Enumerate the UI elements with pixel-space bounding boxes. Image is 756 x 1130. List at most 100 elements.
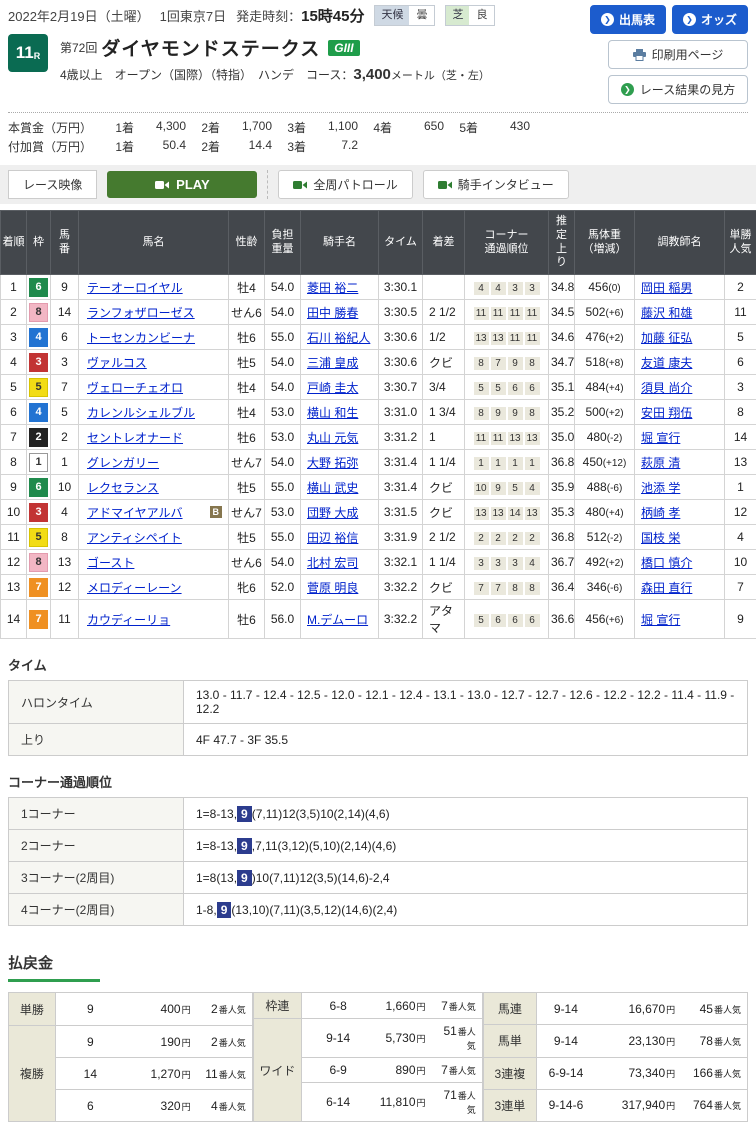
jockey-name-link[interactable]: 横山 和生 (307, 406, 358, 420)
jockey-name-link[interactable]: 石川 裕紀人 (307, 331, 370, 345)
payout-amount: 400円 (125, 993, 199, 1026)
bet-type-label: 馬単 (483, 1025, 536, 1057)
horse-name-link[interactable]: アドマイヤアルバ (87, 504, 183, 521)
horse-name-link[interactable]: テーオーロイヤル (87, 279, 183, 296)
horse-name-link[interactable]: ゴースト (87, 554, 134, 571)
horse-name-link[interactable]: トーセンカンビーナ (87, 329, 195, 346)
trainer-name-link[interactable]: 須貝 尚介 (641, 381, 692, 395)
estimated-last-3f: 35.1 (549, 375, 575, 400)
trainer-name-link[interactable]: 池添 学 (641, 481, 680, 495)
trainer-name-link[interactable]: 橋口 慎介 (641, 556, 692, 570)
how-to-read-label: レース結果の見方 (640, 81, 735, 98)
how-to-read-button[interactable]: ❯ レース結果の見方 (608, 75, 748, 104)
jockey-interview-button[interactable]: 騎手インタビュー (423, 170, 569, 199)
corner-position-box: 1 (491, 457, 506, 470)
bracket-cell: 7 (27, 575, 51, 600)
jockey-name-link[interactable]: 三浦 皇成 (307, 356, 358, 370)
jockey-name-link[interactable]: 団野 大成 (307, 506, 358, 520)
start-time: 15時45分 (301, 5, 364, 26)
trainer-cell: 国枝 栄 (635, 525, 725, 550)
payout-amount-value: 11,810 (380, 1095, 416, 1109)
entry-table-button[interactable]: ❯出馬表 (590, 5, 666, 34)
jockey-name-link[interactable]: 菅原 明良 (307, 581, 358, 595)
trainer-cell: 堀 宣行 (635, 600, 725, 639)
patrol-video-button[interactable]: 全周パトロール (278, 170, 412, 199)
body-weight-diff: (-2) (607, 433, 623, 444)
body-weight: 450(+12) (575, 450, 635, 475)
jockey-name-link[interactable]: 丸山 元気 (307, 431, 358, 445)
horse-name-link[interactable]: アンティシペイト (87, 529, 182, 546)
jockey-name-link[interactable]: 北村 宏司 (307, 556, 358, 570)
print-page-button[interactable]: 印刷用ページ (608, 40, 748, 69)
payout-popularity: 51番人気 (434, 1019, 483, 1058)
jockey-cell: 北村 宏司 (301, 550, 379, 575)
finish-time: 3:31.4 (379, 475, 423, 500)
bet-type-label: 3連単 (483, 1089, 536, 1121)
horse-name-cell: カレンルシェルブル (79, 400, 229, 425)
horse-name-link[interactable]: カウディーリョ (87, 611, 170, 628)
jockey-cell: 石川 裕紀人 (301, 325, 379, 350)
margin: アタマ (423, 600, 465, 639)
divider (267, 170, 268, 199)
bracket-cell: 7 (27, 600, 51, 639)
trainer-name-link[interactable]: 国枝 栄 (641, 531, 680, 545)
estimated-last-3f: 36.6 (549, 600, 575, 639)
circle-arrow-icon: ❯ (621, 83, 634, 96)
payout-row: 3連単9-14-6317,940円764番人気 (483, 1089, 747, 1121)
trainer-name-link[interactable]: 萩原 清 (641, 456, 680, 470)
trainer-name-link[interactable]: 岡田 稲男 (641, 281, 692, 295)
odds-button[interactable]: ❯オッズ (672, 5, 748, 34)
payout-row: 馬連9-1416,670円45番人気 (483, 993, 747, 1025)
jockey-name-link[interactable]: M.デムーロ (307, 613, 368, 627)
trainer-name-link[interactable]: 柄崎 孝 (641, 506, 680, 520)
payout-combination: 9-14-6 (536, 1089, 594, 1121)
win-popularity: 4 (725, 525, 756, 550)
trainer-name-link[interactable]: 友道 康夫 (641, 356, 692, 370)
horse-name-link[interactable]: レクセランス (87, 479, 159, 496)
race-video-label: レース映像 (8, 170, 97, 199)
horse-name-link[interactable]: ヴェローチェオロ (87, 379, 183, 396)
race-distance-unit: メートル（芝・左） (391, 70, 490, 82)
bracket-number-badge: 8 (29, 553, 48, 572)
trainer-name-link[interactable]: 堀 宣行 (641, 431, 680, 445)
jockey-name-link[interactable]: 菱田 裕二 (307, 281, 358, 295)
jockey-name-link[interactable]: 横山 武史 (307, 481, 358, 495)
video-camera-icon (155, 180, 169, 190)
body-weight-diff: (+6) (605, 615, 623, 626)
corner-position-box: 6 (525, 614, 540, 627)
trainer-name-link[interactable]: 森田 直行 (641, 581, 692, 595)
jockey-name-link[interactable]: 戸崎 圭太 (307, 381, 358, 395)
body-weight-diff: (+8) (605, 358, 623, 369)
bracket-number-badge: 2 (29, 428, 48, 447)
trainer-name-link[interactable]: 藤沢 和雄 (641, 306, 692, 320)
bet-type-label: ワイド (253, 1019, 301, 1122)
body-weight: 456(0) (575, 275, 635, 300)
horse-name-link[interactable]: メロディーレーン (87, 579, 182, 596)
jockey-name-link[interactable]: 田中 勝春 (307, 306, 358, 320)
results-table: 着順枠馬 番馬名性齢負担 重量騎手名タイム着差コーナー 通過順位推 定 上 り馬… (0, 210, 756, 639)
corner-position-box: 2 (508, 532, 523, 545)
jockey-name-link[interactable]: 田辺 裕信 (307, 531, 358, 545)
bracket-number-badge: 3 (29, 353, 48, 372)
payout-amount-value: 23,130 (628, 1034, 665, 1048)
horse-name-link[interactable]: ランフォザローゼス (87, 304, 195, 321)
corner-position-box: 1 (525, 457, 540, 470)
payout-amount: 320円 (125, 1090, 199, 1122)
corner-position-box: 3 (491, 557, 506, 570)
horse-name-link[interactable]: カレンルシェルブル (87, 404, 195, 421)
horse-name-link[interactable]: セントレオナード (87, 429, 183, 446)
finish-position: 8 (1, 450, 27, 475)
play-button[interactable]: PLAY (107, 171, 257, 198)
trainer-cell: 柄崎 孝 (635, 500, 725, 525)
trainer-name-link[interactable]: 安田 翔伍 (641, 406, 692, 420)
trainer-name-link[interactable]: 加藤 征弘 (641, 331, 692, 345)
horse-name-link[interactable]: ヴァルコス (87, 354, 147, 371)
prize-value: 650 (392, 119, 444, 136)
horse-name-link[interactable]: グレンガリー (87, 454, 159, 471)
trainer-name-link[interactable]: 堀 宣行 (641, 613, 680, 627)
body-weight: 488(-6) (575, 475, 635, 500)
body-weight-value: 480 (587, 430, 607, 444)
jockey-name-link[interactable]: 大野 拓弥 (307, 456, 358, 470)
result-row: 13712メロディーレーン牝652.0菅原 明良3:32.2クビ778836.4… (1, 575, 756, 600)
prize-place-label: 3着 (272, 119, 306, 136)
